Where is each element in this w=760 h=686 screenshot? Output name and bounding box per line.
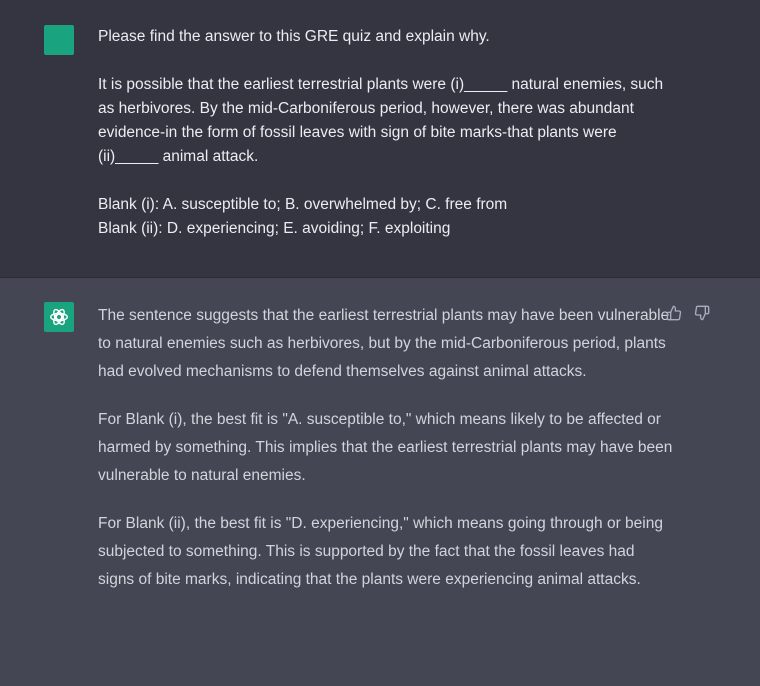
- user-avatar: [44, 25, 74, 55]
- user-message-paragraph: It is possible that the earliest terrest…: [98, 76, 664, 165]
- assistant-paragraph: The sentence suggests that the earliest …: [98, 307, 670, 380]
- user-message-paragraph: Please find the answer to this GRE quiz …: [98, 28, 490, 45]
- assistant-paragraph: For Blank (i), the best fit is "A. susce…: [98, 411, 673, 484]
- thumbs-up-icon[interactable]: [664, 303, 684, 323]
- assistant-paragraph: For Blank (ii), the best fit is "D. expe…: [98, 515, 663, 588]
- user-message: Please find the answer to this GRE quiz …: [0, 0, 760, 278]
- user-message-paragraph: Blank (i): A. susceptible to; B. overwhe…: [98, 193, 678, 241]
- feedback-buttons: [664, 303, 712, 323]
- chatgpt-logo-icon: [44, 302, 74, 332]
- assistant-message: The sentence suggests that the earliest …: [0, 278, 760, 686]
- thumbs-down-icon[interactable]: [692, 303, 712, 323]
- blank-i-options: Blank (i): A. susceptible to; B. overwhe…: [98, 196, 508, 213]
- blank-ii-options: Blank (ii): D. experiencing; E. avoiding…: [98, 220, 451, 237]
- user-message-text: Please find the answer to this GRE quiz …: [98, 25, 678, 241]
- assistant-message-text: The sentence suggests that the earliest …: [98, 302, 673, 594]
